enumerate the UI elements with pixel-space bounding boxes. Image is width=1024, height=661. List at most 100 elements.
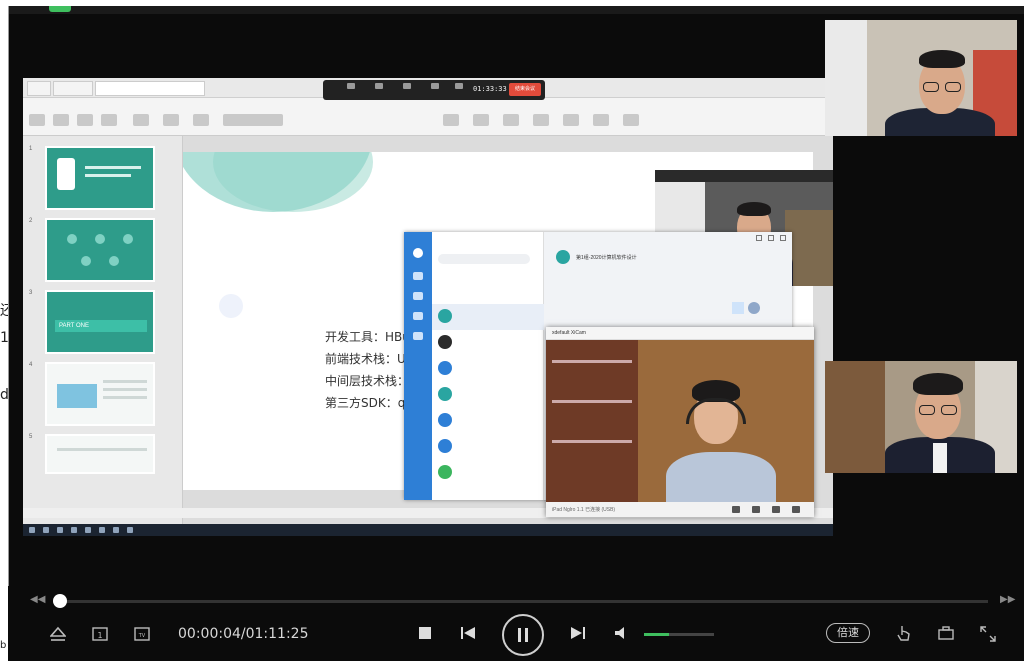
toolbox-icon[interactable] [938, 626, 954, 640]
next-icon[interactable] [570, 626, 586, 640]
share-icon[interactable] [403, 83, 411, 89]
eject-icon[interactable] [50, 626, 66, 642]
thumbnail-number: 1 [29, 146, 33, 152]
taskbar-app-icon[interactable] [57, 527, 63, 533]
avatar [438, 413, 452, 427]
files-icon[interactable] [413, 312, 423, 320]
shelf-line [552, 400, 632, 403]
toolbar-button[interactable] [53, 114, 69, 126]
skip-forward-icon[interactable]: ▶▶ [1000, 594, 1015, 605]
slide-thumbnail[interactable] [45, 218, 155, 282]
circle-graphic [67, 234, 77, 244]
camera-icon[interactable] [375, 83, 383, 89]
taskbar-app-icon[interactable] [71, 527, 77, 533]
slide-thumbnail-pane: 1 2 3 PART ONE 4 5 [23, 136, 183, 536]
toolbar-button[interactable] [193, 114, 209, 126]
indicator-dot [49, 6, 71, 12]
illustration [57, 384, 97, 408]
bookshelf [546, 340, 638, 502]
close-icon[interactable] [780, 235, 786, 241]
volume-fill [644, 633, 669, 636]
toolbar-button[interactable] [593, 114, 609, 126]
svg-text:TV: TV [138, 633, 146, 639]
progress-knob[interactable] [53, 594, 67, 608]
taskbar-app-icon[interactable] [85, 527, 91, 533]
person-hair [919, 50, 965, 68]
conversation-item[interactable] [432, 330, 544, 356]
taskbar-app-icon[interactable] [127, 527, 133, 533]
conversation-item[interactable] [432, 460, 544, 486]
part-one-label: PART ONE [55, 320, 147, 332]
previous-icon[interactable] [460, 626, 476, 640]
conversation-item[interactable] [432, 434, 544, 460]
toolbar-button[interactable] [533, 114, 549, 126]
slide-thumbnail[interactable] [45, 146, 155, 210]
conversation-item[interactable] [432, 408, 544, 434]
meeting-control-bar: 01:33:33 结束会议 [323, 80, 545, 100]
members-icon[interactable] [431, 83, 439, 89]
search-icon[interactable] [43, 527, 49, 533]
toolbar-button[interactable] [473, 114, 489, 126]
toolbar-button[interactable] [623, 114, 639, 126]
settings-icon[interactable] [772, 506, 780, 513]
stop-icon[interactable] [418, 626, 432, 640]
minimize-icon[interactable] [756, 235, 762, 241]
toolbar-button[interactable] [101, 114, 117, 126]
slide-thumbnail[interactable] [45, 434, 155, 474]
avatar[interactable] [413, 248, 423, 258]
more-icon[interactable] [455, 83, 463, 89]
pause-button[interactable] [502, 614, 544, 656]
progress-track[interactable] [58, 600, 988, 603]
taskbar-app-icon[interactable] [99, 527, 105, 533]
start-icon[interactable] [29, 527, 35, 533]
end-meeting-button[interactable]: 结束会议 [509, 83, 541, 96]
apps-icon[interactable] [413, 332, 423, 340]
thumbnail-number: 4 [29, 362, 33, 368]
toolbar-button[interactable] [443, 114, 459, 126]
camera-icon[interactable] [732, 506, 740, 513]
tab[interactable] [53, 81, 93, 96]
tv-icon[interactable]: TV [134, 626, 150, 642]
group-avatar [556, 250, 570, 264]
menu-icon[interactable] [792, 506, 800, 513]
subtitle-icon[interactable]: 1 [92, 626, 108, 642]
skip-back-icon[interactable]: ◀◀ [30, 594, 45, 605]
pause-icon [518, 628, 521, 642]
fullscreen-icon[interactable] [980, 626, 996, 642]
ribbon-toolbar [23, 98, 833, 136]
toolbar-button[interactable] [563, 114, 579, 126]
slide-thumbnail[interactable]: PART ONE [45, 290, 155, 354]
person-hair [913, 373, 963, 395]
maximize-icon[interactable] [768, 235, 774, 241]
tab[interactable] [27, 81, 51, 96]
slide-thumbnail[interactable] [45, 362, 155, 426]
toolbar-button[interactable] [133, 114, 149, 126]
toolbar-button[interactable] [163, 114, 179, 126]
conversation-item[interactable] [432, 356, 544, 382]
playback-speed-button[interactable]: 倍速 [826, 623, 870, 643]
messages-icon[interactable] [413, 272, 423, 280]
circle-graphic [95, 234, 105, 244]
conversation-item[interactable] [432, 304, 544, 330]
conversation-item[interactable] [432, 382, 544, 408]
video-icon[interactable] [752, 506, 760, 513]
mic-icon[interactable] [347, 83, 355, 89]
door-background [825, 361, 885, 473]
toolbar-font-box[interactable] [223, 114, 283, 126]
taskbar-app-icon[interactable] [113, 527, 119, 533]
touch-icon[interactable] [896, 624, 912, 642]
text-line [103, 396, 147, 399]
conversation-list [432, 232, 544, 500]
contacts-icon[interactable] [413, 292, 423, 300]
tab-active[interactable] [95, 81, 205, 96]
toolbar-button[interactable] [77, 114, 93, 126]
shelf-line [552, 440, 632, 443]
toolbar-button[interactable] [29, 114, 45, 126]
volume-icon[interactable] [614, 626, 630, 640]
volume-slider[interactable] [644, 633, 714, 636]
chat-search-input[interactable] [438, 254, 530, 264]
circle-graphic [109, 256, 119, 266]
toolbar-button[interactable] [503, 114, 519, 126]
camera-window-title: xdefault XiCam [546, 327, 814, 340]
left-fragment: b [0, 640, 7, 651]
